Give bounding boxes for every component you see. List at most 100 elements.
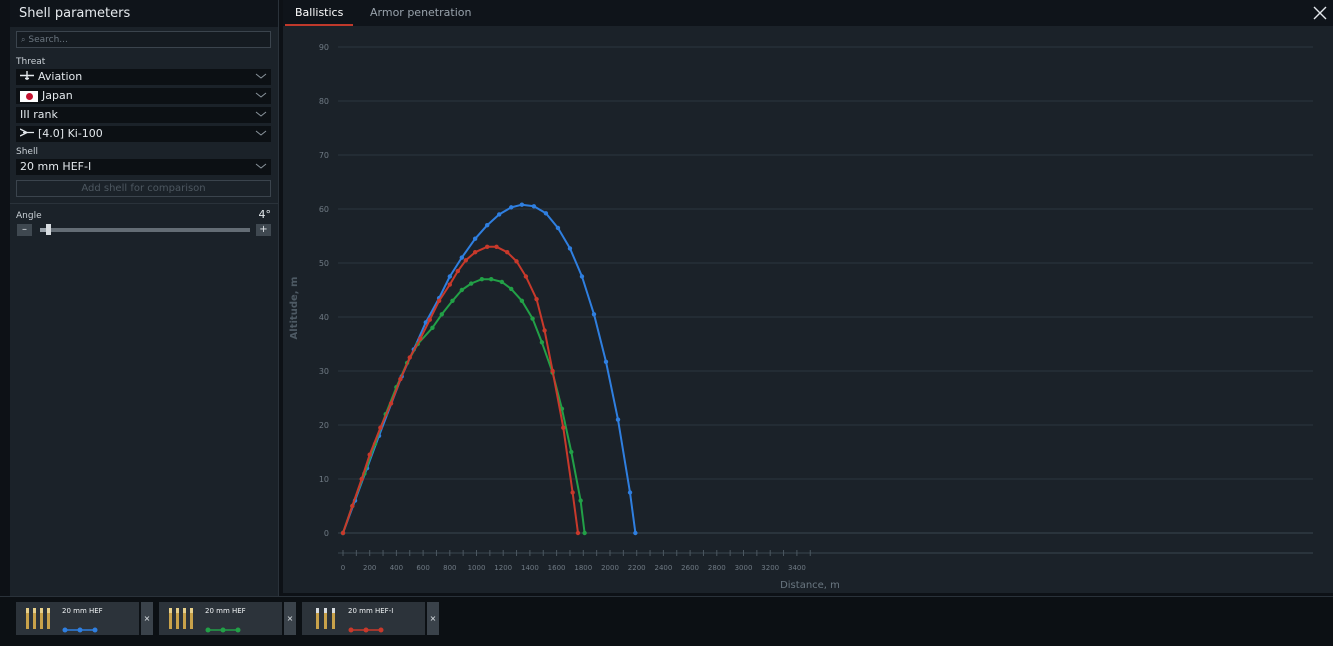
- trajectory-point: [567, 246, 573, 251]
- trajectory-point: [591, 312, 597, 317]
- x-tick-label: 2800: [708, 564, 726, 572]
- x-tick-label: 1600: [548, 564, 566, 572]
- search-input[interactable]: ⌕ Search...: [16, 31, 271, 48]
- y-tick-label: 20: [319, 421, 329, 430]
- series-legend-icon: [348, 627, 384, 633]
- nation-dropdown[interactable]: Japan: [16, 88, 271, 104]
- trajectory-point: [603, 359, 609, 365]
- remove-shell-button[interactable]: ×: [427, 602, 439, 635]
- remove-shell-button[interactable]: ×: [284, 602, 296, 635]
- series-legend-icon: [205, 627, 241, 633]
- trajectory-point: [447, 282, 452, 287]
- trajectory-point: [514, 259, 519, 264]
- threat-label: Threat: [16, 57, 46, 67]
- shell-card-name: 20 mm HEF: [205, 607, 246, 615]
- y-tick-label: 90: [319, 43, 329, 52]
- trajectory-point: [543, 211, 549, 216]
- tab-bar: Ballistics Armor penetration: [283, 0, 1333, 26]
- x-tick-label: 1200: [494, 564, 512, 572]
- trajectory-point: [499, 279, 505, 285]
- angle-slider-handle[interactable]: [46, 224, 52, 235]
- shell-card-name: 20 mm HEF: [62, 607, 103, 615]
- x-tick-label: 1800: [574, 564, 592, 572]
- trajectory-point: [505, 250, 510, 255]
- trajectory-point: [398, 376, 403, 382]
- trajectory-point: [519, 298, 525, 303]
- trajectory-point: [531, 204, 537, 209]
- nation-value: Japan: [42, 89, 73, 102]
- trajectory-point: [575, 530, 581, 536]
- rank-value: III rank: [20, 108, 58, 121]
- search-icon: ⌕: [21, 35, 26, 44]
- trajectory-point: [582, 530, 587, 536]
- tab-armor-penetration[interactable]: Armor penetration: [360, 0, 481, 26]
- trajectory-point: [359, 476, 364, 482]
- trajectory-point: [633, 530, 638, 536]
- shell-card[interactable]: 20 mm HEF ×: [16, 602, 153, 635]
- plane-icon: [20, 69, 34, 85]
- y-tick-label: 30: [319, 367, 329, 376]
- chevron-down-icon: [255, 92, 267, 98]
- trajectory-point: [378, 425, 383, 430]
- x-tick-label: 1400: [521, 564, 539, 572]
- rank-dropdown[interactable]: III rank: [16, 107, 271, 123]
- trajectory-line-1: [342, 203, 637, 534]
- threat-type-dropdown[interactable]: Aviation: [16, 69, 271, 85]
- shell-dropdown[interactable]: 20 mm HEF-I: [16, 159, 271, 175]
- threat-type-value: Aviation: [38, 70, 83, 83]
- chevron-down-icon: [255, 73, 267, 79]
- trajectory-point: [450, 298, 455, 303]
- y-axis-label: Altitude, m: [289, 277, 300, 340]
- trajectory-point: [367, 452, 372, 457]
- y-tick-label: 60: [319, 205, 329, 214]
- trajectory-point: [463, 258, 469, 263]
- search-placeholder: Search...: [28, 35, 68, 45]
- trajectory-point: [340, 530, 346, 536]
- angle-increase-button[interactable]: +: [256, 224, 271, 236]
- angle-slider[interactable]: [40, 224, 250, 235]
- trajectory-point: [430, 325, 435, 330]
- y-tick-label: 10: [319, 475, 329, 484]
- x-tick-label: 600: [416, 564, 429, 572]
- trajectory-point: [484, 223, 490, 228]
- shell-card[interactable]: 20 mm HEF-I ×: [302, 602, 439, 635]
- trajectory-point: [455, 268, 461, 274]
- remove-shell-button[interactable]: ×: [141, 602, 153, 635]
- ammo-belt-icon: [316, 608, 335, 629]
- x-tick-label: 2000: [601, 564, 619, 572]
- ballistics-chart-panel: 0 10 20 30 40 50 60 70 80 90 0 200 400 600 800 1000 1200…: [283, 26, 1333, 593]
- trajectory-point: [468, 281, 474, 286]
- trajectory-point: [436, 298, 442, 303]
- shell-card[interactable]: 20 mm HEF ×: [159, 602, 296, 635]
- chevron-down-icon: [255, 111, 267, 117]
- angle-label: Angle: [16, 211, 42, 221]
- trajectory-point: [496, 212, 502, 217]
- panel-title: Shell parameters: [10, 0, 278, 27]
- trajectory-point: [484, 244, 490, 249]
- trajectory-point: [542, 328, 547, 333]
- trajectory-point: [509, 205, 514, 210]
- trajectory-point: [350, 503, 355, 509]
- chevron-down-icon: [255, 163, 267, 169]
- x-tick-label: 800: [443, 564, 456, 572]
- close-icon[interactable]: [1313, 6, 1327, 20]
- chevron-down-icon: [255, 130, 267, 136]
- angle-decrease-button[interactable]: –: [17, 224, 32, 236]
- ballistics-chart: 0 10 20 30 40 50 60 70 80 90 0 200 400 600 800 1000 1200…: [289, 43, 1313, 591]
- add-shell-button[interactable]: Add shell for comparison: [16, 180, 271, 197]
- trajectory-point: [388, 401, 394, 406]
- y-tick-label: 70: [319, 151, 329, 160]
- trajectory-point: [550, 368, 555, 374]
- x-tick-label: 400: [390, 564, 403, 572]
- x-tick-label: 2600: [681, 564, 699, 572]
- tab-ballistics[interactable]: Ballistics: [285, 0, 354, 26]
- trajectory-point: [561, 425, 566, 430]
- trajectory-point: [472, 236, 478, 241]
- trajectory-point: [439, 312, 444, 317]
- vehicle-dropdown[interactable]: [4.0] Ki-100: [16, 126, 271, 142]
- x-tick-label: 0: [341, 564, 345, 572]
- ammo-belt-icon: [169, 608, 193, 629]
- trajectory-point: [627, 490, 633, 495]
- trajectory-point: [534, 296, 539, 302]
- x-axis-label: Distance, m: [780, 580, 840, 591]
